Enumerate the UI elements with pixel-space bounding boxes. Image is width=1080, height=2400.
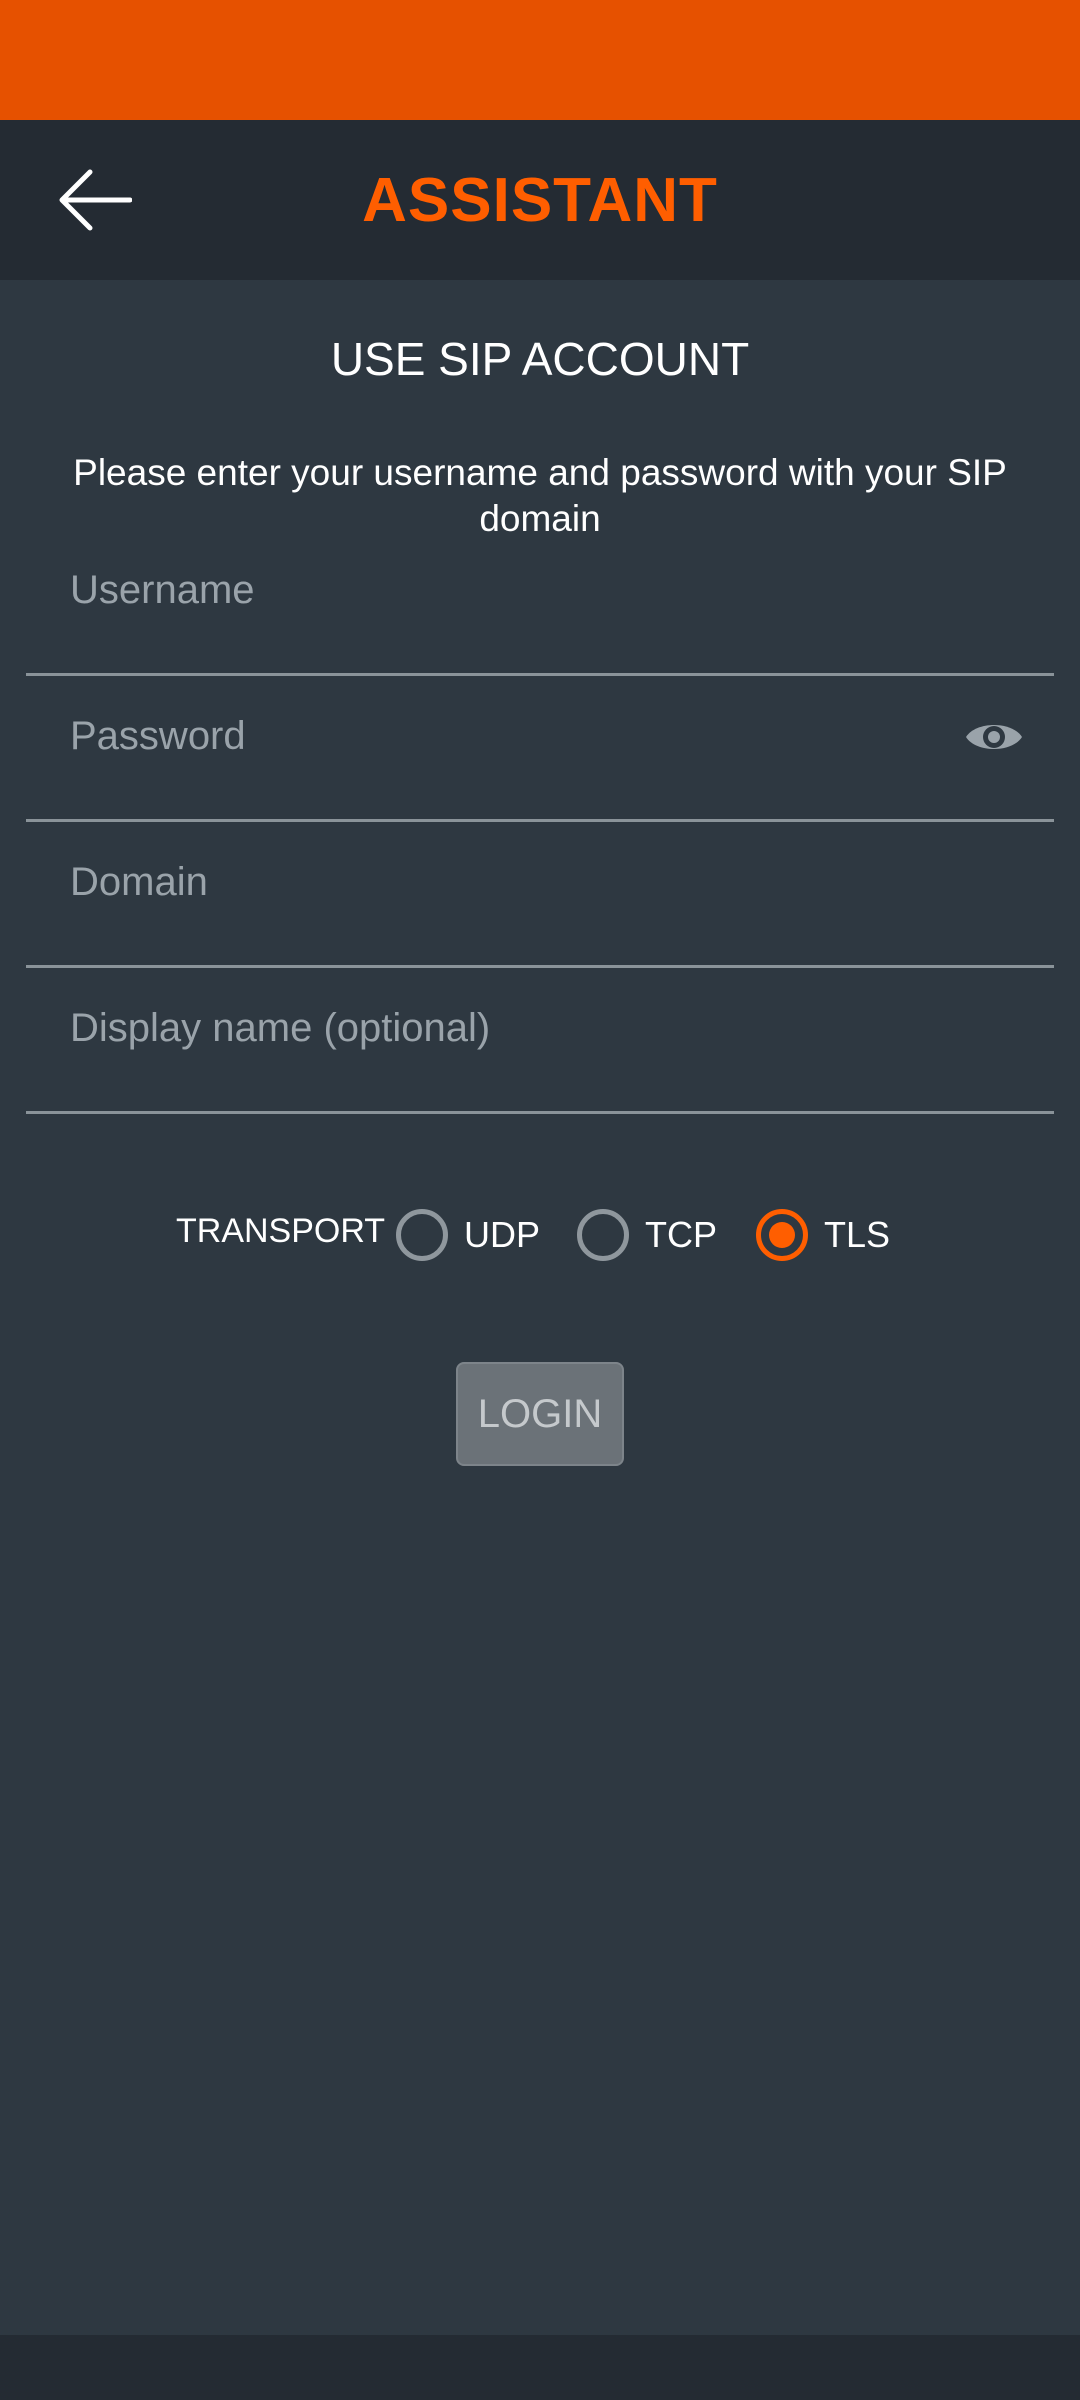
transport-option-udp[interactable]: UDP bbox=[396, 1200, 540, 1270]
password-field-row bbox=[26, 676, 1054, 822]
transport-label: TRANSPORT bbox=[176, 1212, 386, 1250]
navigation-bar bbox=[0, 2335, 1080, 2400]
transport-option-label: TCP bbox=[645, 1214, 717, 1255]
username-input[interactable] bbox=[68, 550, 948, 630]
status-bar bbox=[0, 0, 1080, 120]
top-app-bar: ASSISTANT bbox=[0, 120, 1080, 280]
transport-option-label: TLS bbox=[824, 1214, 891, 1255]
section-title: USE SIP ACCOUNT bbox=[330, 333, 750, 385]
password-visibility-toggle[interactable] bbox=[964, 712, 1024, 762]
radio-checked-icon bbox=[756, 1209, 808, 1261]
display-name-input[interactable] bbox=[68, 988, 948, 1068]
domain-input[interactable] bbox=[68, 842, 948, 922]
assistant-content: USE SIP ACCOUNT Please enter your userna… bbox=[0, 280, 1080, 2335]
eye-icon bbox=[966, 725, 1022, 749]
transport-selector: TRANSPORT UDP TCP TLS bbox=[0, 1200, 1080, 1270]
radio-unchecked-icon bbox=[577, 1209, 629, 1261]
transport-option-tls[interactable]: TLS bbox=[756, 1200, 890, 1270]
transport-option-label: UDP bbox=[464, 1214, 541, 1255]
username-field-row bbox=[26, 530, 1054, 676]
back-button[interactable] bbox=[56, 160, 156, 240]
instructions-text: Please enter your username and password … bbox=[73, 452, 1007, 539]
arrow-left-icon bbox=[59, 169, 132, 231]
login-button[interactable]: LOGIN bbox=[456, 1362, 624, 1466]
display-name-field-row bbox=[26, 968, 1054, 1114]
domain-field-row bbox=[26, 822, 1054, 968]
transport-option-tcp[interactable]: TCP bbox=[577, 1200, 717, 1270]
radio-unchecked-icon bbox=[396, 1209, 448, 1261]
password-input[interactable] bbox=[68, 696, 948, 776]
app-title: ASSISTANT bbox=[362, 165, 718, 235]
